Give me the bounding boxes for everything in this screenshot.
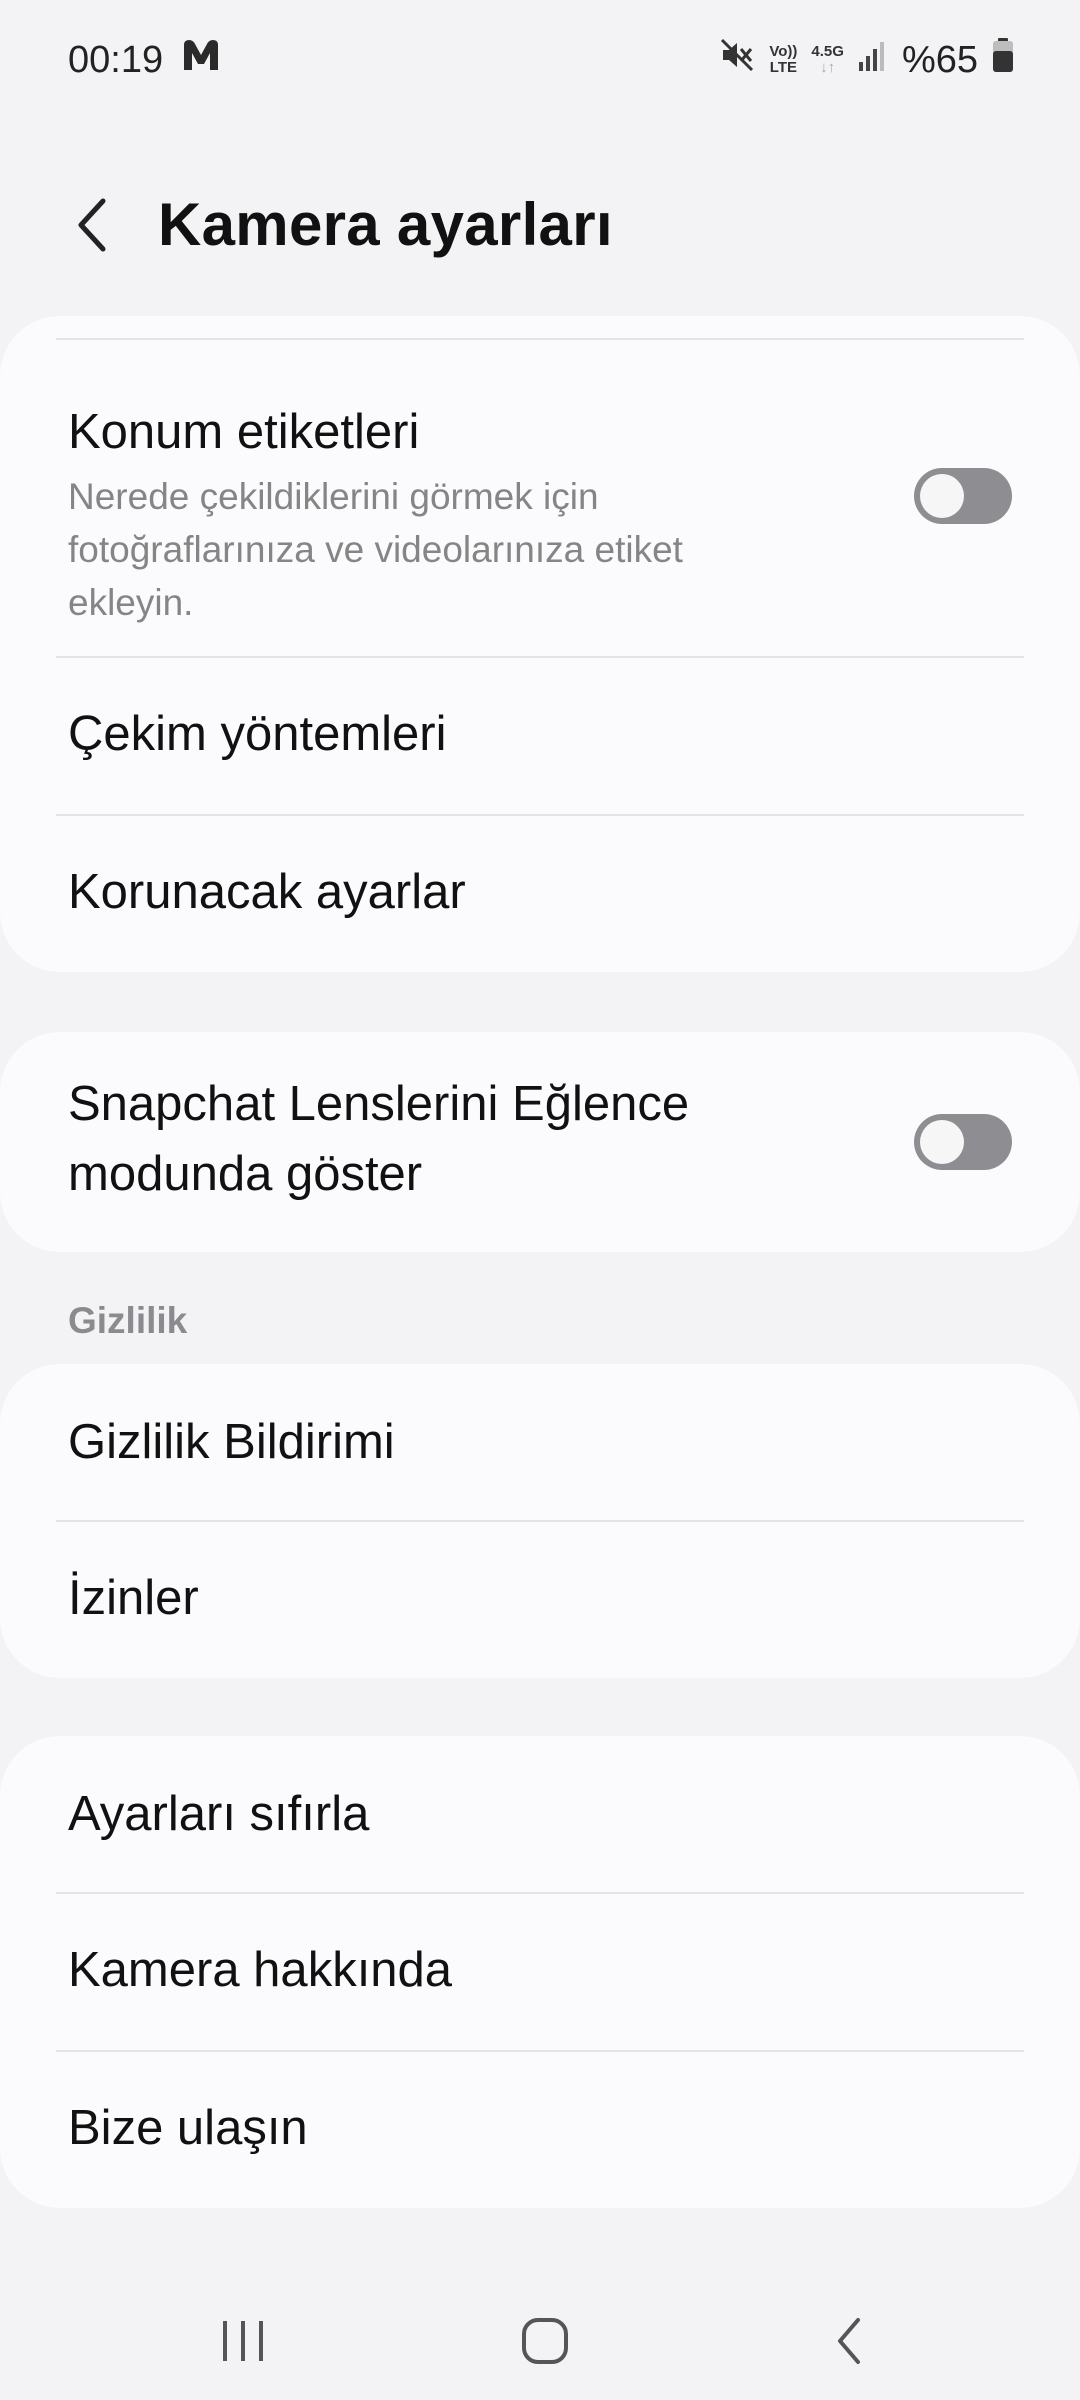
signal-icon: [858, 39, 888, 82]
about-camera-row[interactable]: Kamera hakkında: [0, 1894, 1080, 2050]
settings-group-privacy: Gizlilik Bildirimi İzinler: [0, 1364, 1080, 1678]
reset-settings-row[interactable]: Ayarları sıfırla: [0, 1736, 1080, 1892]
settings-group-general: Konum etiketleri Nerede çekildiklerini g…: [0, 316, 1080, 972]
settings-group-about: Ayarları sıfırla Kamera hakkında Bize ul…: [0, 1736, 1080, 2208]
header: Kamera ayarları: [0, 170, 1080, 280]
permissions-row[interactable]: İzinler: [0, 1522, 1080, 1678]
m-app-icon: [181, 37, 221, 83]
contact-us-title: Bize ulaşın: [68, 2101, 308, 2155]
location-tags-toggle[interactable]: [914, 468, 1012, 524]
back-arrow-icon[interactable]: [58, 192, 124, 258]
privacy-notice-row[interactable]: Gizlilik Bildirimi: [0, 1364, 1080, 1520]
toggle-knob: [920, 474, 964, 518]
battery-text: %65: [901, 38, 978, 81]
permissions-title: İzinler: [68, 1571, 199, 1625]
settings-group-snapchat: Snapchat Lenslerini Eğlence modunda göst…: [0, 1032, 1080, 1252]
settings-to-keep-row[interactable]: Korunacak ayarlar: [0, 816, 1080, 972]
home-icon[interactable]: [500, 2296, 590, 2386]
status-left: 00:19: [68, 37, 221, 83]
status-time: 00:19: [68, 38, 164, 81]
contact-us-row[interactable]: Bize ulaşın: [0, 2052, 1080, 2208]
volte-indicator: Vo)) LTE: [769, 43, 798, 76]
settings-to-keep-title: Korunacak ayarlar: [68, 865, 466, 919]
privacy-notice-title: Gizlilik Bildirimi: [68, 1415, 395, 1469]
toggle-knob: [920, 1120, 964, 1164]
shooting-methods-title: Çekim yöntemleri: [68, 707, 447, 761]
recents-icon[interactable]: [198, 2296, 288, 2386]
status-right: Vo)) LTE 4.5G ↓↑ %65: [719, 37, 1014, 83]
location-tags-row[interactable]: Konum etiketleri Nerede çekildiklerini g…: [0, 340, 1080, 656]
mute-icon: [719, 37, 755, 83]
snapchat-lenses-row[interactable]: Snapchat Lenslerini Eğlence modunda göst…: [0, 1032, 1080, 1252]
location-tags-title: Konum etiketleri: [68, 405, 420, 459]
network-indicator: 4.5G ↓↑: [811, 43, 844, 76]
section-label-privacy: Gizlilik: [68, 1300, 188, 1341]
battery-icon: [992, 37, 1014, 83]
snapchat-lenses-title-line1: Snapchat Lenslerini Eğlence: [68, 1077, 690, 1131]
about-camera-title: Kamera hakkında: [68, 1943, 453, 1997]
snapchat-lenses-title-line2: modunda göster: [68, 1147, 423, 1201]
location-tags-subtitle: Nerede çekildiklerini görmek için fotoğr…: [68, 476, 683, 623]
reset-settings-title: Ayarları sıfırla: [68, 1787, 370, 1841]
navigation-bar: [0, 2276, 1080, 2400]
page-title: Kamera ayarları: [158, 191, 613, 258]
shooting-methods-row[interactable]: Çekim yöntemleri: [0, 658, 1080, 814]
snapchat-lenses-toggle[interactable]: [914, 1114, 1012, 1170]
nav-back-icon[interactable]: [804, 2296, 894, 2386]
status-bar: 00:19 Vo)) LTE 4.5G ↓↑ %65: [0, 0, 1080, 120]
